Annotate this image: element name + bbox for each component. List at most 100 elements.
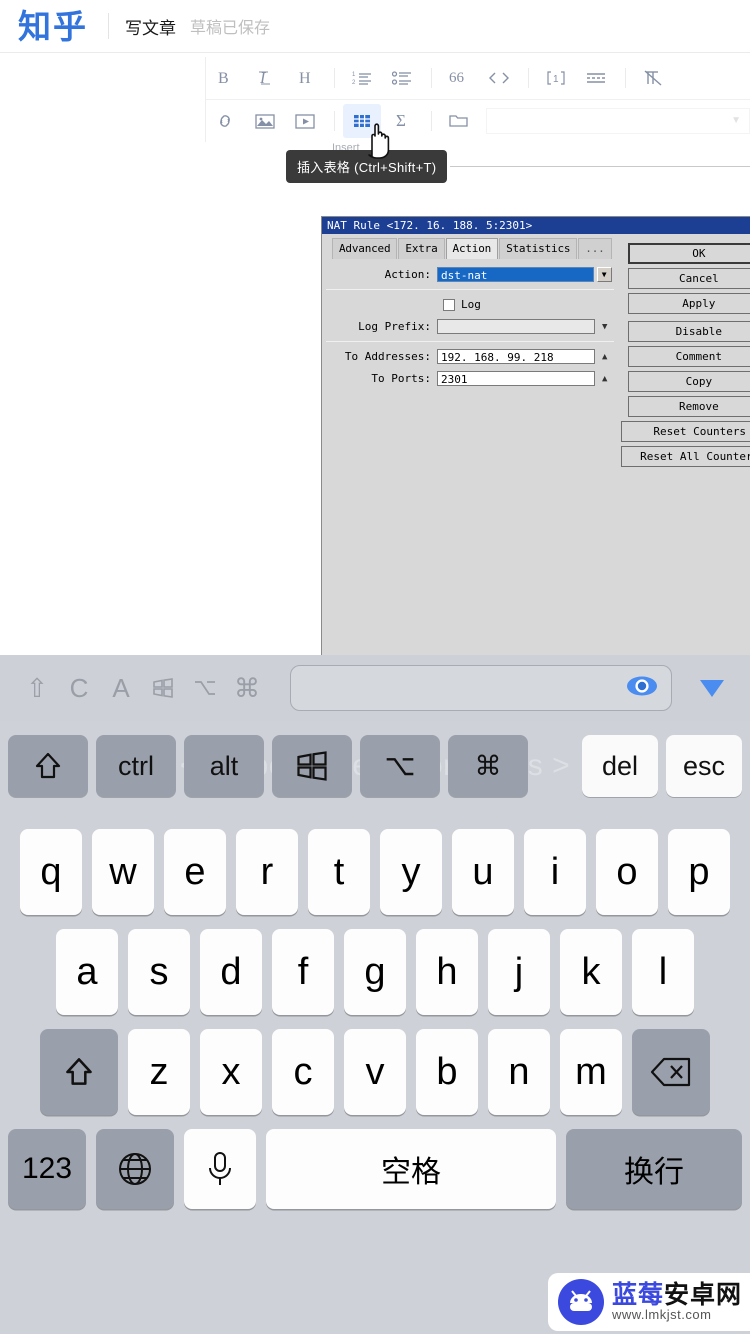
- tab-more[interactable]: ...: [578, 238, 612, 259]
- globe-icon[interactable]: [96, 1129, 174, 1209]
- log-checkbox[interactable]: [443, 298, 455, 311]
- key-s[interactable]: s: [128, 929, 190, 1015]
- apply-button[interactable]: Apply: [627, 293, 750, 314]
- esc-key[interactable]: esc: [666, 735, 742, 797]
- key-n[interactable]: n: [488, 1029, 550, 1115]
- shift-key[interactable]: [40, 1029, 118, 1115]
- video-icon[interactable]: [286, 104, 324, 138]
- key-x[interactable]: x: [200, 1029, 262, 1115]
- key-h[interactable]: h: [416, 929, 478, 1015]
- key-u[interactable]: u: [452, 829, 514, 915]
- windows-modifier-key[interactable]: [272, 735, 352, 797]
- bold-button[interactable]: B: [206, 61, 244, 95]
- key-q[interactable]: q: [20, 829, 82, 915]
- tab-extra[interactable]: Extra: [398, 238, 445, 259]
- action-input[interactable]: dst-nat: [437, 267, 594, 282]
- nat-dialog-titlebar[interactable]: NAT Rule <172. 16. 188. 5:2301>: [322, 217, 750, 234]
- key-r[interactable]: r: [236, 829, 298, 915]
- disable-button[interactable]: Disable: [627, 321, 750, 342]
- toolbar-separator: [528, 68, 529, 88]
- bullet-list-icon[interactable]: [383, 61, 421, 95]
- reset-counters-button[interactable]: Reset Counters: [620, 421, 750, 442]
- field-divider: [326, 341, 614, 342]
- ok-button[interactable]: OK: [627, 243, 750, 264]
- key-k[interactable]: k: [560, 929, 622, 1015]
- key-g[interactable]: g: [344, 929, 406, 1015]
- key-d[interactable]: d: [200, 929, 262, 1015]
- svg-text:1: 1: [352, 72, 356, 78]
- windows-key-icon[interactable]: [142, 667, 184, 709]
- key-p[interactable]: p: [668, 829, 730, 915]
- log-checkbox-row: Log: [443, 298, 618, 311]
- ctrl-a-icon[interactable]: A: [100, 667, 142, 709]
- link-icon[interactable]: [206, 104, 244, 138]
- key-m[interactable]: m: [560, 1029, 622, 1115]
- to-addresses-input[interactable]: 192. 168. 99. 218: [437, 349, 595, 364]
- remove-button[interactable]: Remove: [627, 396, 750, 417]
- reset-all-counters-button[interactable]: Reset All Counters: [620, 446, 750, 467]
- copy-button[interactable]: Copy: [627, 371, 750, 392]
- dismiss-keyboard-button[interactable]: [690, 677, 734, 699]
- footnote-icon[interactable]: 1: [537, 61, 575, 95]
- key-v[interactable]: v: [344, 1029, 406, 1115]
- key-l[interactable]: l: [632, 929, 694, 1015]
- key-f[interactable]: f: [272, 929, 334, 1015]
- log-prefix-dropdown-icon[interactable]: ▼: [598, 319, 612, 334]
- tab-statistics[interactable]: Statistics: [499, 238, 578, 259]
- eye-icon[interactable]: [625, 673, 659, 704]
- microphone-icon[interactable]: [184, 1129, 256, 1209]
- ctrl-modifier-key[interactable]: ctrl: [96, 735, 176, 797]
- code-block-icon[interactable]: [480, 61, 518, 95]
- cancel-button[interactable]: Cancel: [627, 268, 750, 289]
- tab-advanced[interactable]: Advanced: [332, 238, 398, 259]
- italic-button[interactable]: I: [246, 61, 284, 95]
- divider-icon[interactable]: [577, 61, 615, 95]
- key-b[interactable]: b: [416, 1029, 478, 1115]
- del-key[interactable]: del: [582, 735, 658, 797]
- ctrl-c-icon[interactable]: C: [58, 667, 100, 709]
- formula-icon[interactable]: Σ: [383, 104, 421, 138]
- space-key[interactable]: 空格: [266, 1129, 556, 1209]
- to-addresses-expand-icon[interactable]: ▲: [598, 349, 612, 364]
- key-o[interactable]: o: [596, 829, 658, 915]
- tab-action[interactable]: Action: [445, 238, 499, 259]
- toolbar-separator: [625, 68, 626, 88]
- key-z[interactable]: z: [128, 1029, 190, 1115]
- key-a[interactable]: a: [56, 929, 118, 1015]
- backspace-key[interactable]: [632, 1029, 710, 1115]
- clear-format-icon[interactable]: [634, 61, 672, 95]
- to-addresses-label: To Addresses:: [344, 350, 431, 363]
- action-dropdown-button[interactable]: ▼: [596, 267, 612, 282]
- keyboard-text-field[interactable]: [290, 665, 672, 711]
- toolbar-extra-dropdown[interactable]: ▼: [486, 107, 750, 134]
- alt-modifier-key[interactable]: alt: [184, 735, 264, 797]
- write-article-label[interactable]: 写文章: [125, 14, 176, 39]
- key-t[interactable]: t: [308, 829, 370, 915]
- blockquote-icon[interactable]: 66: [440, 61, 478, 95]
- folder-icon[interactable]: [440, 104, 478, 138]
- key-i[interactable]: i: [524, 829, 586, 915]
- keyboard-row-z: z x c v b n m: [0, 1029, 750, 1115]
- key-w[interactable]: w: [92, 829, 154, 915]
- log-prefix-input[interactable]: [437, 319, 595, 334]
- insert-table-button[interactable]: [343, 103, 381, 138]
- key-c[interactable]: c: [272, 1029, 334, 1115]
- option-modifier-key[interactable]: [360, 735, 440, 797]
- ordered-list-icon[interactable]: 1 2: [343, 61, 381, 95]
- heading-button[interactable]: H: [286, 61, 324, 95]
- enter-key[interactable]: 换行: [566, 1129, 742, 1209]
- shift-up-icon[interactable]: ⇧: [16, 667, 58, 709]
- command-modifier-key[interactable]: ⌘: [448, 735, 528, 797]
- shift-modifier-key[interactable]: [8, 735, 88, 797]
- numbers-key[interactable]: 123: [8, 1129, 86, 1209]
- key-y[interactable]: y: [380, 829, 442, 915]
- option-key-icon[interactable]: [184, 667, 226, 709]
- key-e[interactable]: e: [164, 829, 226, 915]
- comment-button[interactable]: Comment: [627, 346, 750, 367]
- command-key-icon[interactable]: ⌘: [226, 667, 268, 709]
- image-icon[interactable]: [246, 104, 284, 138]
- key-j[interactable]: j: [488, 929, 550, 1015]
- to-ports-input[interactable]: 2301: [437, 371, 595, 386]
- to-ports-expand-icon[interactable]: ▲: [598, 371, 612, 386]
- zhihu-logo[interactable]: 知乎: [18, 10, 88, 43]
